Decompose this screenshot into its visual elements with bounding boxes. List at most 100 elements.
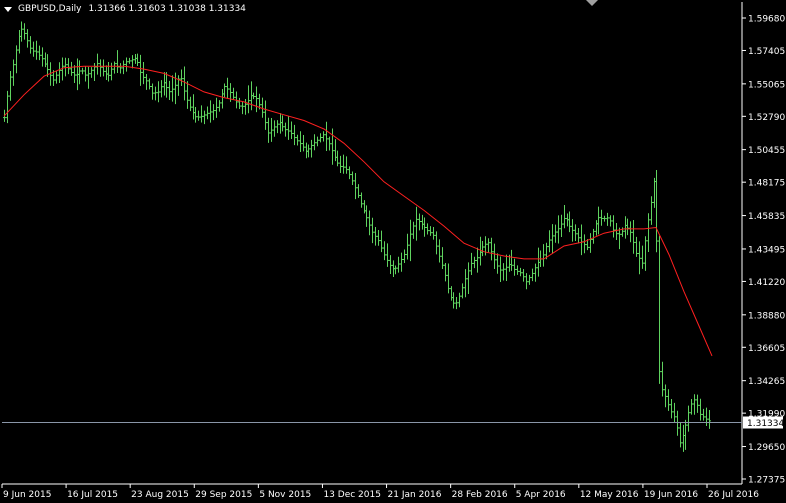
ohlc-bar [255,86,258,113]
ohlc-bar [194,106,197,123]
ohlc-bar [397,256,400,273]
ohlc-bar [334,139,337,162]
ohlc-bar [87,66,90,89]
ohlc-bar [473,256,476,269]
ohlc-bar [148,78,151,90]
dropdown-triangle-icon[interactable] [4,6,12,12]
ohlc-bar [244,99,247,115]
ohlc-bar [667,389,670,411]
ohlc-bar [200,105,203,123]
time-tick-label: 21 Jan 2016 [388,490,442,500]
current-price-label: 1.31334 [747,419,784,429]
ohlc-bar [403,249,406,264]
ohlc-bar [409,219,412,262]
time-tick-label: 28 Feb 2016 [452,490,508,500]
ohlc-bar [218,100,221,112]
ohlc-bar [110,62,113,81]
ohlc-bar [302,134,305,152]
ohlc-bar [499,256,502,283]
ohlc-bar [548,230,551,253]
price-tick-label: 1.52790 [748,113,785,123]
ohlc-bar [542,244,545,267]
ohlc-bar [15,45,18,74]
ohlc-bar [383,241,386,261]
ohlc-bar [223,83,226,98]
time-tick-label: 29 Sep 2015 [195,490,252,500]
ohlc-bar [400,252,403,272]
ohlc-bar [281,115,284,132]
ohlc-bar [603,215,606,222]
ohlc-bar [160,80,163,98]
ohlc-bar [664,384,667,408]
ohlc-bar [293,124,296,146]
ohlc-bar [624,216,627,239]
symbol-timeframe-label: GBPUSD,Daily [18,4,82,14]
ohlc-bar [438,239,441,263]
ohlc-bar [426,223,429,235]
ohlc-bar [154,86,157,101]
ohlc-bar [305,142,308,159]
ohlc-bar [354,172,357,200]
ohlc-bar [206,106,209,120]
ohlc-bar [310,139,313,158]
ohlc-bar [374,226,377,246]
chart-shift-marker-icon[interactable] [586,0,598,6]
ohlc-bar [502,263,505,281]
ohlc-bar [444,262,447,282]
ohlc-bar [38,45,41,61]
ohlc-bar [577,227,580,244]
ohlc-bar [212,104,215,121]
ohlc-bar [270,117,273,142]
ohlc-bar [421,214,424,230]
ohlc-bar [658,235,661,384]
ohlc-bar [363,200,366,214]
ohlc-bar [441,247,444,269]
ohlc-bar [348,166,351,180]
ohlc-bar [418,213,421,231]
ohlc-bar [455,297,458,310]
ohlc-bar [629,221,632,243]
ohlc-bar [476,247,479,273]
ohlc-bar [609,215,612,227]
ohlc-bar [493,243,496,270]
ohlc-bar [673,402,676,423]
ohlc-bar [708,409,711,429]
ohlc-bar [450,286,453,301]
ohlc-bar [490,237,493,261]
price-tick-label: 1.29650 [748,443,785,453]
ohlc-bar [632,219,635,254]
time-tick-label: 23 Aug 2015 [131,490,189,500]
ohlc-bar [267,117,270,143]
ohlc-bar [458,292,461,308]
ohlc-bar [128,57,131,64]
ohlc-bar [612,215,615,238]
ohlc-bar [389,255,392,275]
ohlc-bar [168,80,171,100]
chart-window[interactable]: GBPUSD,Daily 1.31366 1.31603 1.31038 1.3… [0,0,786,503]
ohlc-bar [461,283,464,299]
ohlc-bar [432,227,435,240]
ohlc-bar [276,120,279,134]
ohlc-bar [78,60,81,85]
moving-average-group [3,65,713,357]
ohlc-bar [145,73,148,90]
ohlc-bar [650,196,653,225]
time-tick-label: 12 May 2016 [580,490,639,500]
ohlc-bar [18,29,21,54]
ohlc-bar [221,88,224,109]
ohlc-bar [58,62,61,84]
ohlc-bar [351,171,354,185]
price-tick-label: 1.41220 [748,278,785,288]
price-tick-label: 1.50455 [748,146,785,156]
ohlc-bar [215,97,218,118]
ohlc-bar [180,69,183,86]
ohlc-bar [676,410,679,436]
price-chart[interactable]: 1.31334 1.59680 1.57405 1.55065 1.52790 1.50… [0,0,786,503]
ohlc-bar [96,53,99,75]
ohlc-bar [238,97,241,110]
ohlc-bar [702,408,705,421]
time-tick-label: 5 Nov 2015 [259,490,311,500]
ohlc-bar [481,241,484,257]
ohlc-bar [583,234,586,254]
ohlc-bar [554,224,557,243]
